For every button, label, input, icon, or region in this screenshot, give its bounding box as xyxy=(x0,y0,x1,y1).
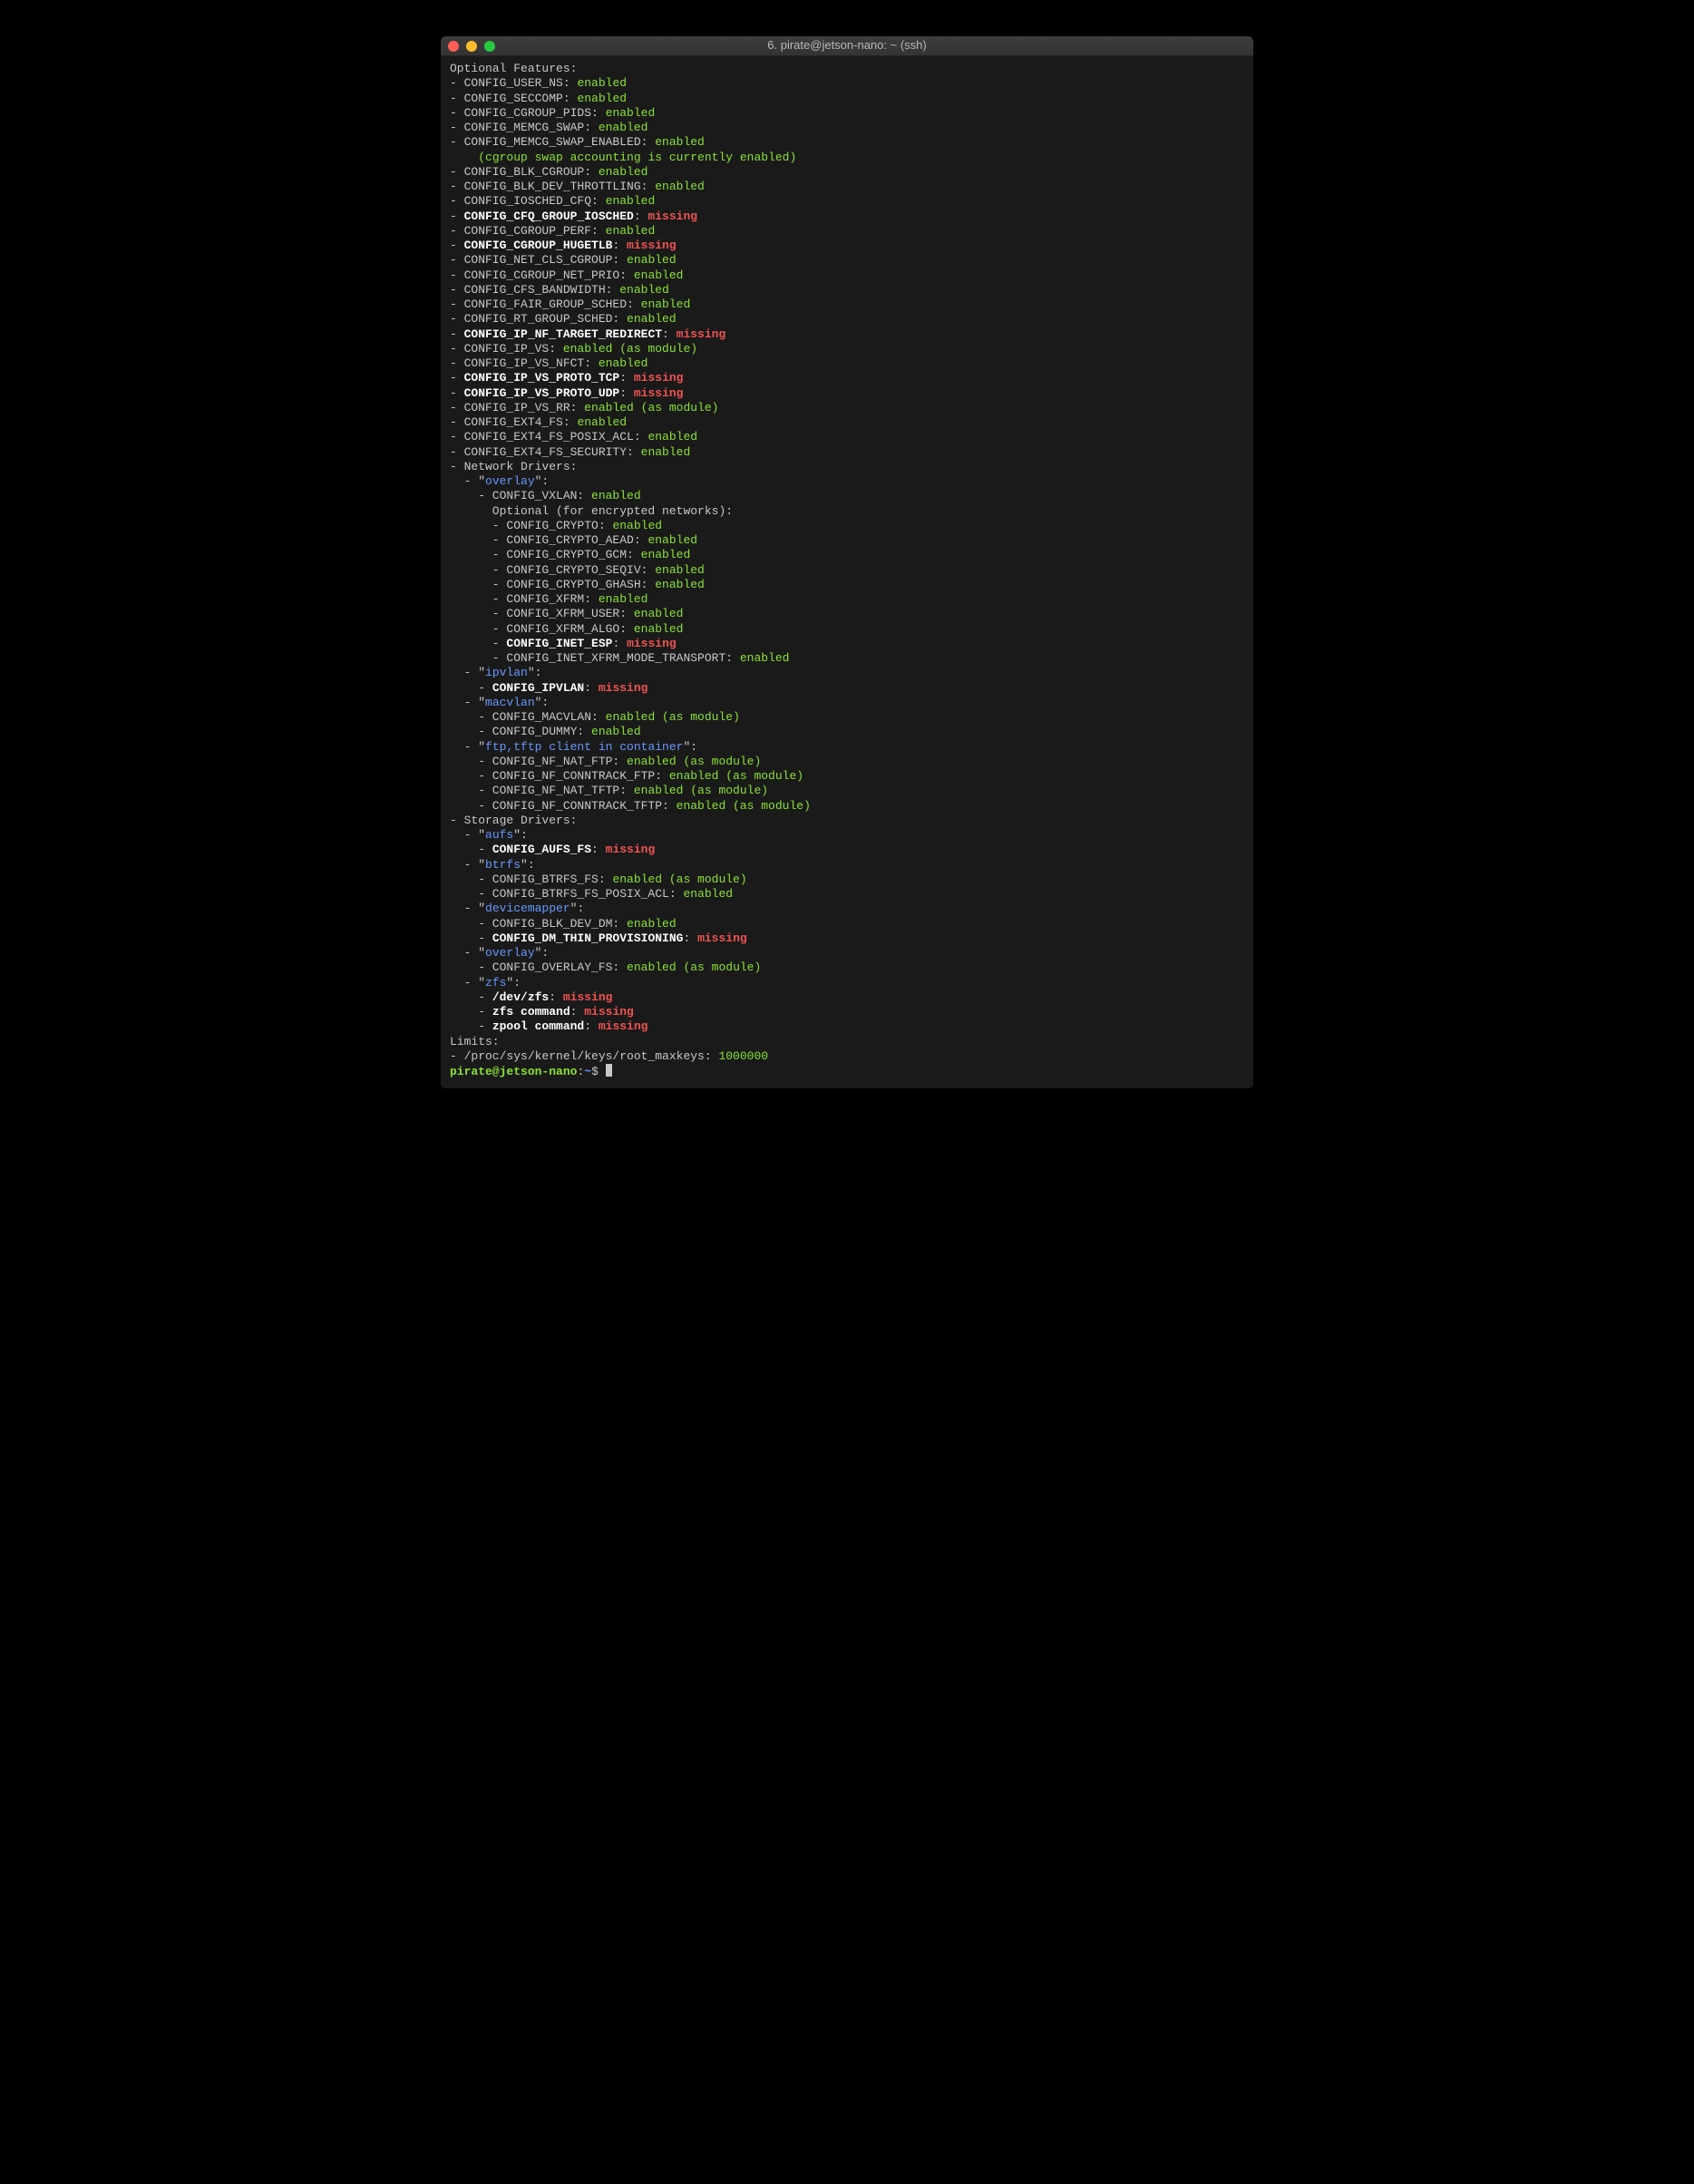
terminal-line: pirate@jetson-nano:~$ xyxy=(450,1064,1244,1079)
terminal-line: - CONFIG_BTRFS_FS_POSIX_ACL: enabled xyxy=(450,887,1244,902)
terminal-line: - CONFIG_MEMCG_SWAP: enabled xyxy=(450,121,1244,135)
terminal-body[interactable]: Optional Features:- CONFIG_USER_NS: enab… xyxy=(441,56,1253,1088)
zoom-icon[interactable] xyxy=(484,41,495,52)
terminal-line: - CONFIG_VXLAN: enabled xyxy=(450,489,1244,503)
terminal-line: - CONFIG_IP_VS: enabled (as module) xyxy=(450,342,1244,356)
terminal-line: - CONFIG_NF_NAT_FTP: enabled (as module) xyxy=(450,755,1244,769)
terminal-line: - CONFIG_CRYPTO_AEAD: enabled xyxy=(450,533,1244,548)
terminal-line: - CONFIG_USER_NS: enabled xyxy=(450,76,1244,91)
terminal-line: Optional (for encrypted networks): xyxy=(450,504,1244,519)
terminal-line: - CONFIG_IP_NF_TARGET_REDIRECT: missing xyxy=(450,327,1244,342)
terminal-line: - CONFIG_XFRM_ALGO: enabled xyxy=(450,622,1244,637)
terminal-line: - "overlay": xyxy=(450,474,1244,489)
terminal-line: - CONFIG_CRYPTO_GHASH: enabled xyxy=(450,578,1244,592)
terminal-line: - CONFIG_EXT4_FS_POSIX_ACL: enabled xyxy=(450,430,1244,444)
terminal-line: - CONFIG_CGROUP_PERF: enabled xyxy=(450,224,1244,239)
terminal-line: - CONFIG_EXT4_FS_SECURITY: enabled xyxy=(450,445,1244,460)
close-icon[interactable] xyxy=(448,41,459,52)
terminal-line: - CONFIG_CGROUP_PIDS: enabled xyxy=(450,106,1244,121)
terminal-line: - CONFIG_RT_GROUP_SCHED: enabled xyxy=(450,312,1244,327)
terminal-line: - CONFIG_XFRM_USER: enabled xyxy=(450,607,1244,621)
terminal-line: - CONFIG_INET_XFRM_MODE_TRANSPORT: enabl… xyxy=(450,651,1244,666)
terminal-line: - CONFIG_DM_THIN_PROVISIONING: missing xyxy=(450,931,1244,946)
terminal-line: - CONFIG_EXT4_FS: enabled xyxy=(450,415,1244,430)
terminal-line: - CONFIG_SECCOMP: enabled xyxy=(450,92,1244,106)
terminal-line: (cgroup swap accounting is currently ena… xyxy=(450,151,1244,165)
terminal-line: - CONFIG_BLK_CGROUP: enabled xyxy=(450,165,1244,180)
terminal-line: - CONFIG_AUFS_FS: missing xyxy=(450,843,1244,857)
terminal-line: - "overlay": xyxy=(450,946,1244,960)
terminal-line: - CONFIG_BLK_DEV_THROTTLING: enabled xyxy=(450,180,1244,194)
cursor-icon xyxy=(606,1064,612,1077)
terminal-line: - CONFIG_CFS_BANDWIDTH: enabled xyxy=(450,283,1244,297)
terminal-line: - CONFIG_NF_CONNTRACK_TFTP: enabled (as … xyxy=(450,799,1244,814)
terminal-line: - Network Drivers: xyxy=(450,460,1244,474)
terminal-line: - CONFIG_IP_VS_PROTO_UDP: missing xyxy=(450,386,1244,401)
terminal-line: - CONFIG_XFRM: enabled xyxy=(450,592,1244,607)
terminal-line: - CONFIG_IP_VS_RR: enabled (as module) xyxy=(450,401,1244,415)
terminal-line: - CONFIG_IP_VS_NFCT: enabled xyxy=(450,356,1244,371)
terminal-line: - zfs command: missing xyxy=(450,1005,1244,1019)
terminal-line: - CONFIG_CRYPTO_GCM: enabled xyxy=(450,548,1244,562)
terminal-line: - CONFIG_OVERLAY_FS: enabled (as module) xyxy=(450,960,1244,975)
terminal-line: - CONFIG_DUMMY: enabled xyxy=(450,725,1244,739)
terminal-line: - CONFIG_CGROUP_HUGETLB: missing xyxy=(450,239,1244,253)
terminal-line: - CONFIG_BLK_DEV_DM: enabled xyxy=(450,917,1244,931)
terminal-line: - CONFIG_NF_CONNTRACK_FTP: enabled (as m… xyxy=(450,769,1244,784)
terminal-line: - "macvlan": xyxy=(450,696,1244,710)
terminal-line: - CONFIG_CFQ_GROUP_IOSCHED: missing xyxy=(450,210,1244,224)
terminal-line: Limits: xyxy=(450,1035,1244,1049)
terminal-line: - zpool command: missing xyxy=(450,1019,1244,1034)
terminal-line: - CONFIG_NF_NAT_TFTP: enabled (as module… xyxy=(450,784,1244,798)
window-title: 6. pirate@jetson-nano: ~ (ssh) xyxy=(441,38,1253,53)
traffic-lights xyxy=(448,41,495,52)
terminal-line: - /dev/zfs: missing xyxy=(450,990,1244,1005)
terminal-line: - CONFIG_MEMCG_SWAP_ENABLED: enabled xyxy=(450,135,1244,150)
terminal-line: - CONFIG_CGROUP_NET_PRIO: enabled xyxy=(450,268,1244,283)
terminal-line: - CONFIG_FAIR_GROUP_SCHED: enabled xyxy=(450,297,1244,312)
terminal-window: 6. pirate@jetson-nano: ~ (ssh) Optional … xyxy=(441,36,1253,1088)
terminal-line: - CONFIG_BTRFS_FS: enabled (as module) xyxy=(450,873,1244,887)
terminal-line: - "zfs": xyxy=(450,976,1244,990)
terminal-line: - Storage Drivers: xyxy=(450,814,1244,828)
terminal-line: - CONFIG_IOSCHED_CFQ: enabled xyxy=(450,194,1244,209)
prompt-user: pirate@jetson-nano xyxy=(450,1065,577,1078)
terminal-line: - CONFIG_CRYPTO: enabled xyxy=(450,519,1244,533)
terminal-line: - CONFIG_IP_VS_PROTO_TCP: missing xyxy=(450,371,1244,385)
terminal-line: - CONFIG_MACVLAN: enabled (as module) xyxy=(450,710,1244,725)
titlebar[interactable]: 6. pirate@jetson-nano: ~ (ssh) xyxy=(441,36,1253,56)
terminal-line: - "btrfs": xyxy=(450,858,1244,873)
terminal-line: - "ftp,tftp client in container": xyxy=(450,740,1244,755)
terminal-line: - CONFIG_IPVLAN: missing xyxy=(450,681,1244,696)
terminal-line: - CONFIG_NET_CLS_CGROUP: enabled xyxy=(450,253,1244,268)
terminal-line: - CONFIG_INET_ESP: missing xyxy=(450,637,1244,651)
terminal-line: - "devicemapper": xyxy=(450,902,1244,916)
terminal-line: - "ipvlan": xyxy=(450,666,1244,680)
terminal-line: - CONFIG_CRYPTO_SEQIV: enabled xyxy=(450,563,1244,578)
terminal-line: - /proc/sys/kernel/keys/root_maxkeys: 10… xyxy=(450,1049,1244,1064)
prompt-path: ~ xyxy=(584,1065,591,1078)
terminal-line: - "aufs": xyxy=(450,828,1244,843)
terminal-line: Optional Features: xyxy=(450,62,1244,76)
minimize-icon[interactable] xyxy=(466,41,477,52)
